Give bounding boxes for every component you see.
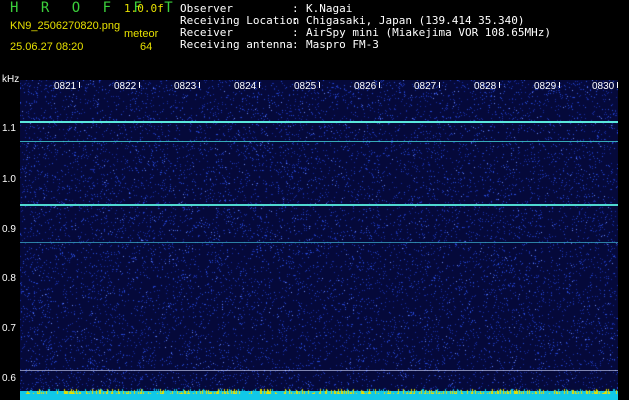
x-tick-label: 0829 bbox=[534, 81, 557, 92]
carrier-trace bbox=[20, 242, 618, 243]
x-tick bbox=[319, 82, 320, 88]
info-key: Receiving antenna bbox=[180, 38, 293, 51]
info-value: Maspro FM-3 bbox=[306, 38, 379, 51]
x-tick bbox=[259, 82, 260, 88]
y-tick-label: 1.1 bbox=[2, 123, 16, 134]
x-tick-label: 0824 bbox=[234, 81, 257, 92]
version-label: 1.0.0f bbox=[124, 2, 164, 15]
spectrogram-plot bbox=[20, 80, 618, 392]
y-tick-label: 0.7 bbox=[2, 323, 16, 334]
x-tick-label: 0830 bbox=[592, 81, 615, 92]
y-tick-label: 0.9 bbox=[2, 224, 16, 235]
right-border bbox=[618, 72, 629, 400]
x-tick bbox=[139, 82, 140, 88]
x-tick bbox=[439, 82, 440, 88]
y-tick-label: 0.8 bbox=[2, 273, 16, 284]
spectrogram-noise bbox=[20, 80, 618, 392]
meteor-label: meteor bbox=[124, 28, 159, 40]
x-tick bbox=[379, 82, 380, 88]
x-tick-label: 0827 bbox=[414, 81, 437, 92]
y-tick-label: 0.6 bbox=[2, 373, 16, 384]
x-tick bbox=[199, 82, 200, 88]
meteor-count: 64 bbox=[140, 41, 153, 53]
header: H R O F F T 1.0.0f KN9_2506270820.png me… bbox=[0, 0, 629, 72]
x-tick-label: 0821 bbox=[54, 81, 77, 92]
carrier-trace bbox=[20, 204, 618, 206]
x-tick-label: 0825 bbox=[294, 81, 317, 92]
info-separator: : bbox=[292, 38, 299, 51]
x-tick bbox=[79, 82, 80, 88]
x-tick-label: 0823 bbox=[174, 81, 197, 92]
x-tick bbox=[559, 82, 560, 88]
signal-baseline-noise bbox=[20, 388, 618, 394]
info-row-antenna: Receiving antenna: Maspro FM-3 bbox=[180, 38, 379, 51]
y-tick-label: 1.0 bbox=[2, 174, 16, 185]
reference-line bbox=[20, 370, 618, 371]
x-tick-label: 0828 bbox=[474, 81, 497, 92]
datetime-label: 25.06.27 08:20 bbox=[10, 41, 84, 53]
x-tick-label: 0826 bbox=[354, 81, 377, 92]
carrier-trace bbox=[20, 141, 618, 142]
y-axis-unit: kHz bbox=[2, 74, 20, 85]
x-tick bbox=[499, 82, 500, 88]
carrier-trace bbox=[20, 121, 618, 123]
filename-label: KN9_2506270820.png bbox=[10, 20, 121, 32]
x-tick-label: 0822 bbox=[114, 81, 137, 92]
